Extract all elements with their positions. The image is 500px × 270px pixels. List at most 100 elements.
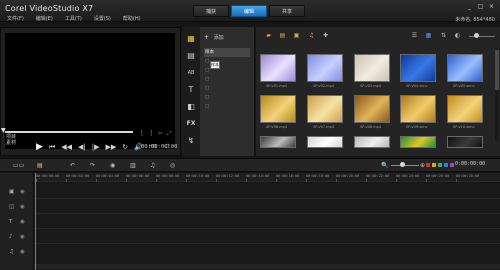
media-thumbnail[interactable] [260, 54, 296, 82]
tab-edit[interactable]: 编辑 [231, 5, 267, 17]
title-track-icon[interactable]: T [9, 219, 12, 225]
timeline-zoom-slider[interactable] [391, 165, 419, 166]
play-button[interactable]: ▶ [36, 142, 43, 152]
undo-icon[interactable]: ↶ [70, 162, 75, 169]
media-thumbnail[interactable] [447, 54, 483, 82]
menu-settings[interactable]: 设置(S) [94, 15, 111, 25]
add-folder-label: 添加 [213, 35, 224, 41]
folder-item[interactable]: □ [204, 75, 250, 84]
minimize-button[interactable]: _ [465, 3, 474, 10]
media-thumbnail[interactable] [400, 95, 436, 123]
menu-edit[interactable]: 编辑(E) [36, 15, 53, 25]
enlarge-preview-icon[interactable]: ⤢ [167, 130, 172, 138]
instant-project-icon[interactable]: ▤ [185, 51, 197, 61]
maximize-button[interactable]: □ [476, 3, 485, 10]
video-track-icon[interactable]: ▣ [9, 189, 14, 195]
color-label-dot[interactable] [432, 163, 436, 167]
media-thumbnail[interactable] [400, 136, 436, 148]
voice-track-icon[interactable]: ♪ [9, 234, 13, 240]
color-label-dot[interactable] [438, 163, 442, 167]
close-button[interactable]: × [487, 3, 496, 10]
player-timecode[interactable]: 00:00:00:00 [141, 144, 177, 150]
overlay-track-icon[interactable]: ◫ [9, 204, 14, 210]
timeline-view-icon[interactable]: ▤ [37, 162, 43, 169]
thumbnail-view-icon[interactable]: ▦ [424, 32, 433, 40]
timeline-tracks[interactable] [34, 183, 500, 270]
timeline-scrollbar[interactable] [34, 264, 500, 269]
media-thumbnail[interactable] [307, 95, 343, 123]
color-label-dot[interactable] [450, 163, 454, 167]
title-icon[interactable]: T [185, 85, 197, 95]
folder-item[interactable]: □ [204, 93, 250, 102]
folder-item[interactable]: □ [204, 102, 250, 111]
color-label-dot[interactable] [444, 163, 448, 167]
zoom-in-icon[interactable]: ⊕ [420, 162, 425, 169]
tab-share[interactable]: 共享 [269, 5, 305, 17]
media-thumbnail[interactable] [354, 136, 390, 148]
track-mute-icon[interactable]: ◉ [20, 249, 25, 255]
thumbnail-size-icon[interactable]: ◐ [453, 32, 462, 40]
sound-mixer-icon[interactable]: ▥ [130, 162, 136, 169]
color-label-dot[interactable] [426, 163, 430, 167]
track-mute-icon[interactable]: ◉ [20, 234, 25, 240]
step-forward-icon[interactable]: |▶ [92, 143, 100, 152]
scrub-bar[interactable] [5, 131, 133, 133]
filter-icon[interactable]: FX [185, 119, 197, 129]
redo-icon[interactable]: ↷ [90, 162, 95, 169]
import-folder-icon[interactable]: ▰ [264, 32, 273, 40]
media-thumbnail[interactable] [400, 54, 436, 82]
path-icon[interactable]: ↯ [185, 136, 197, 146]
menu-help[interactable]: 帮助(H) [123, 15, 141, 25]
timeline-playhead[interactable] [35, 173, 36, 270]
record-capture-icon[interactable]: ◉ [110, 162, 115, 169]
graphic-icon[interactable]: ◧ [185, 102, 197, 112]
menu-tools[interactable]: 工具(T) [65, 15, 82, 25]
thumbnail-zoom-handle[interactable] [474, 33, 479, 38]
music-track-icon[interactable]: ♫ [9, 249, 14, 255]
sort-icon[interactable]: ⇅ [439, 32, 448, 40]
split-clip-icon[interactable]: ✂ [158, 130, 163, 137]
timeline-zoom-handle[interactable] [400, 162, 405, 167]
scrub-handle-icon[interactable]: ▼ [1, 128, 7, 134]
import-media-icon[interactable]: ✚ [321, 32, 330, 40]
library-scroll-thumb[interactable] [495, 50, 499, 90]
media-thumbnail[interactable] [447, 136, 483, 148]
track-visibility-icon[interactable]: ◉ [20, 189, 25, 195]
previous-icon[interactable]: ◀◀ [61, 143, 72, 152]
tab-capture[interactable]: 捕获 [193, 5, 229, 17]
track-visibility-icon[interactable]: ◉ [20, 219, 25, 225]
mark-in-icon[interactable]: [ [141, 130, 143, 137]
media-icon[interactable]: ▦ [185, 34, 197, 44]
folder-item[interactable]: □ [204, 84, 250, 93]
mark-out-icon[interactable]: ] [150, 130, 152, 137]
step-back-icon[interactable]: ◀| [78, 143, 86, 152]
menu-file[interactable]: 文件(F) [7, 15, 24, 25]
storyboard-view-icon[interactable]: ▭▭ [13, 162, 24, 169]
ruler-label: 00:00:10:00 [186, 174, 210, 178]
media-thumbnail[interactable] [447, 95, 483, 123]
media-thumbnail[interactable] [354, 95, 390, 123]
track-headers: ▣ ◉ ◫ ◉ T ◉ ♪ ◉ ♫ ◉ [0, 173, 34, 270]
media-thumbnail[interactable] [260, 95, 296, 123]
list-view-icon[interactable]: ☰ [410, 32, 419, 40]
add-folder-button[interactable]: + 添加 [204, 34, 224, 41]
show-videos-icon[interactable]: ▤ [278, 32, 287, 40]
repeat-icon[interactable]: ↻ [122, 143, 128, 152]
thumbnail-zoom-slider[interactable] [469, 36, 495, 37]
media-thumbnail[interactable] [260, 136, 296, 148]
mode-clip[interactable]: 素材 [6, 140, 16, 146]
folder-item-sample[interactable]: 样本 [204, 48, 250, 57]
transition-icon[interactable]: AB [185, 68, 197, 78]
media-thumbnail[interactable] [307, 136, 343, 148]
next-icon[interactable]: ▶▶ [106, 143, 117, 152]
home-icon[interactable]: ⏮ [49, 143, 55, 152]
timecode-spin-icon[interactable]: ⇵ [165, 143, 170, 150]
track-visibility-icon[interactable]: ◉ [20, 204, 25, 210]
media-thumbnail[interactable] [354, 54, 390, 82]
media-thumbnail[interactable] [307, 54, 343, 82]
show-photos-icon[interactable]: ▣ [292, 32, 301, 40]
motion-tracking-icon[interactable]: ◎ [170, 162, 175, 169]
auto-music-icon[interactable]: ♫ [150, 162, 155, 169]
zoom-out-icon[interactable]: 🔍 [381, 162, 388, 169]
show-audio-icon[interactable]: ♫ [307, 32, 316, 40]
